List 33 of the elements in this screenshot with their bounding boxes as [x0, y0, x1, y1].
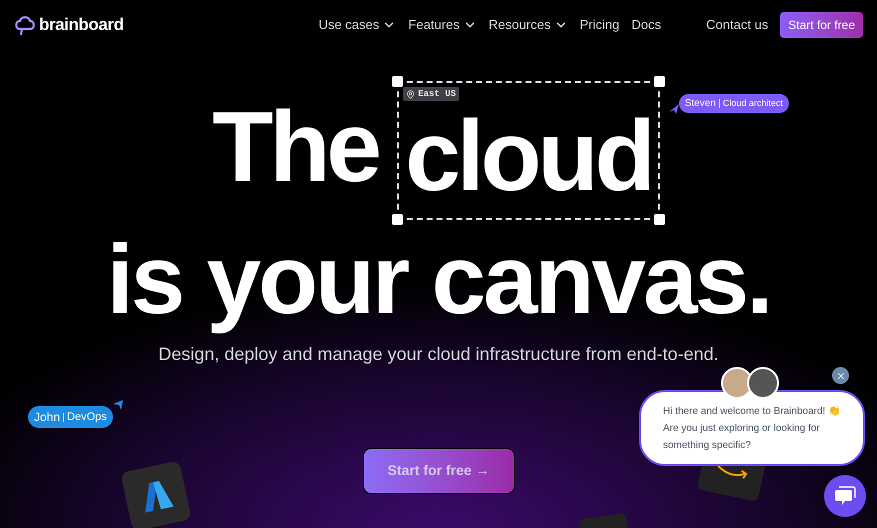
logo-text[interactable]: brainboard: [39, 12, 124, 38]
cursor-icon: [112, 400, 123, 410]
headline-text: The: [212, 90, 378, 205]
chat-icon: [834, 486, 856, 506]
user-role: Cloud architect: [722, 96, 783, 110]
region-tag: East US: [403, 87, 459, 101]
pin-icon: [406, 90, 416, 98]
user-name: John: [34, 409, 60, 426]
avatar: [747, 367, 779, 399]
resize-handle[interactable]: [654, 214, 665, 225]
nav-link[interactable]: Pricing: [580, 15, 620, 35]
subtitle-text: Design, deploy and manage your cloud infrastructure from end-to-end.: [158, 342, 719, 366]
headline-text: is your canvas.: [105, 225, 772, 335]
user-role: DevOps: [67, 410, 107, 425]
chat-message: Are you just exploring or looking for: [663, 422, 821, 436]
chat-message: Hi there and welcome to Brainboard! 👏: [663, 405, 841, 419]
chat-message: something specific?: [663, 439, 752, 453]
chat-bubble[interactable]: Hi there and welcome to Brainboard! 👏 Are you just exploring or looking for something specific?: [639, 390, 865, 466]
close-icon: [836, 370, 846, 380]
headline-text: cloud: [405, 99, 652, 214]
nav-link[interactable]: Resources: [488, 15, 568, 35]
contact-link[interactable]: Contact us: [706, 15, 768, 35]
nav-link[interactable]: Docs: [631, 15, 662, 35]
resize-handle[interactable]: [392, 76, 404, 87]
chat-launcher-button[interactable]: [824, 475, 866, 517]
nav-link[interactable]: Use cases: [318, 15, 396, 35]
start-button[interactable]: Start for free: [780, 12, 863, 38]
resize-handle[interactable]: [654, 76, 665, 87]
user-name: Steven: [684, 97, 716, 111]
resize-handle[interactable]: [392, 214, 404, 225]
close-button[interactable]: [832, 367, 849, 384]
logo-icon[interactable]: [14, 15, 36, 35]
nav-link[interactable]: Features: [408, 15, 477, 35]
